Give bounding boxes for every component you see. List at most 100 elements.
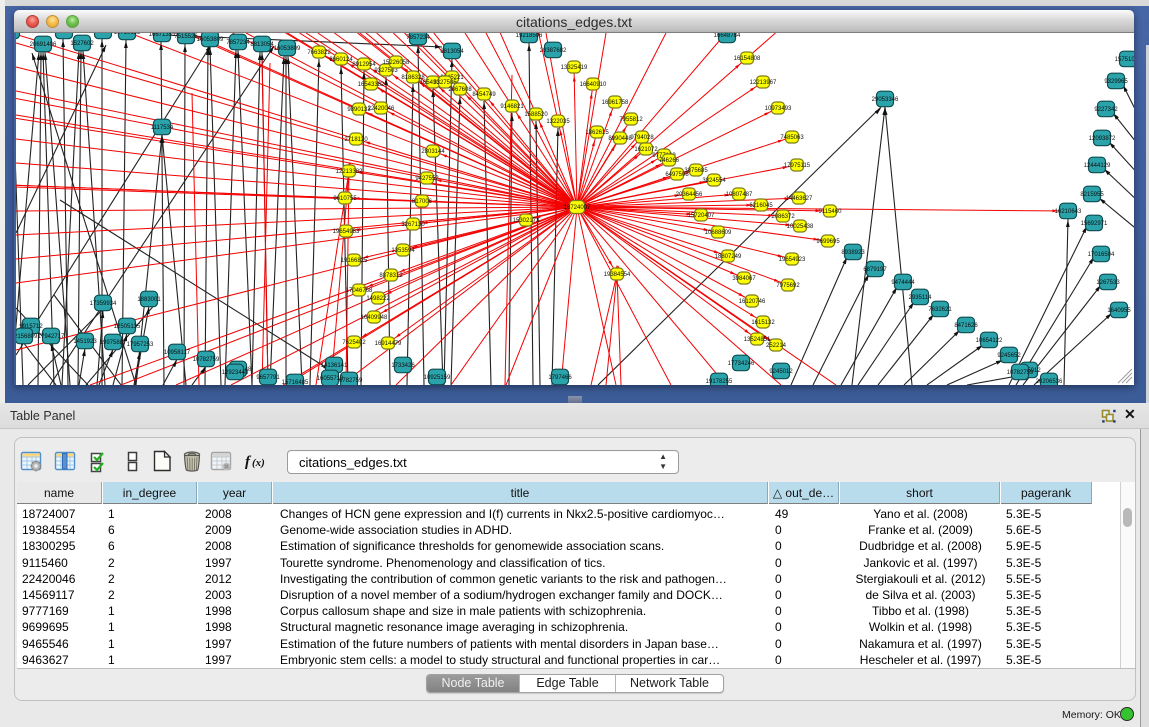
- svg-text:8813054: 8813054: [250, 42, 274, 48]
- svg-text:19166825: 19166825: [341, 258, 368, 264]
- svg-text:16409948: 16409948: [361, 315, 388, 321]
- svg-text:15226058: 15226058: [383, 60, 410, 66]
- svg-text:746266: 746266: [659, 158, 680, 164]
- svg-text:16154808: 16154808: [734, 56, 761, 62]
- svg-text:2718120: 2718120: [344, 137, 368, 143]
- svg-text:7625402: 7625402: [342, 340, 366, 346]
- svg-text:13524851: 13524851: [744, 337, 771, 343]
- svg-text:17016504: 17016504: [1088, 252, 1115, 258]
- svg-text:9227342: 9227342: [1094, 107, 1118, 113]
- svg-text:1588520: 1588520: [524, 112, 548, 118]
- svg-text:16055713: 16055713: [16, 33, 25, 35]
- svg-text:1362615: 1362615: [585, 130, 609, 136]
- svg-text:12505135: 12505135: [114, 324, 141, 330]
- svg-text:16055713: 16055713: [317, 376, 344, 382]
- svg-text:252214: 252214: [766, 343, 787, 349]
- svg-text:7515526: 7515526: [174, 34, 198, 40]
- svg-text:17734246: 17734246: [728, 361, 755, 367]
- svg-text:19975887: 19975887: [100, 340, 127, 346]
- svg-text:17942717: 17942717: [38, 334, 65, 340]
- svg-text:10958117: 10958117: [164, 350, 191, 356]
- svg-text:f: f: [245, 454, 252, 470]
- svg-text:1322035: 1322035: [546, 119, 570, 125]
- svg-text:9329965: 9329965: [1104, 79, 1128, 85]
- svg-text:9427552: 9427552: [415, 176, 439, 182]
- svg-text:3824554: 3824554: [702, 178, 726, 184]
- svg-text:10973493: 10973493: [765, 106, 792, 112]
- svg-text:7955812: 7955812: [619, 117, 643, 123]
- svg-text:12444129: 12444129: [1084, 163, 1111, 169]
- svg-text:18724007: 18724007: [564, 205, 591, 211]
- svg-text:8660124: 8660124: [329, 57, 353, 63]
- svg-text:16640910: 16640910: [580, 82, 607, 88]
- svg-text:9327503: 9327503: [374, 68, 398, 74]
- svg-text:13325419: 13325419: [561, 65, 588, 71]
- svg-text:20206536: 20206536: [1036, 379, 1063, 385]
- svg-text:16053809: 16053809: [197, 37, 224, 43]
- svg-text:817006: 817006: [412, 199, 433, 205]
- svg-text:7632621: 7632621: [928, 307, 952, 313]
- svg-text:22420046: 22420046: [368, 106, 395, 112]
- svg-text:20387682: 20387682: [540, 48, 567, 54]
- svg-text:2803144: 2803144: [421, 149, 445, 155]
- svg-text:7857234: 7857234: [226, 40, 250, 46]
- svg-text:10025438: 10025438: [787, 224, 814, 230]
- svg-text:12213382: 12213382: [336, 169, 363, 175]
- svg-text:10654122: 10654122: [976, 338, 1003, 344]
- svg-text:8813054: 8813054: [440, 49, 464, 55]
- svg-text:6466160: 6466160: [91, 33, 115, 35]
- svg-text:10807487: 10807487: [726, 192, 753, 198]
- svg-text:3875685: 3875685: [684, 168, 708, 174]
- svg-text:10782759: 10782759: [1007, 370, 1034, 376]
- svg-text:1353594: 1353594: [391, 248, 415, 254]
- svg-text:16648784: 16648784: [714, 33, 741, 39]
- svg-text:8878312: 8878312: [379, 273, 403, 279]
- svg-text:1883001: 1883001: [137, 297, 161, 303]
- svg-text:6216045: 6216045: [749, 203, 773, 209]
- svg-text:9657791: 9657791: [256, 375, 280, 381]
- svg-text:12213967: 12213967: [750, 80, 777, 86]
- svg-text:10719155: 10719155: [114, 33, 141, 36]
- svg-text:15720407: 15720407: [688, 213, 715, 219]
- svg-text:1117534: 1117534: [151, 125, 174, 131]
- svg-text:9794028: 9794028: [630, 135, 654, 141]
- svg-text:16543382: 16543382: [358, 82, 385, 88]
- svg-text:10782759: 10782759: [193, 357, 220, 363]
- svg-text:10688609: 10688609: [705, 230, 732, 236]
- svg-text:2867608: 2867608: [448, 87, 472, 93]
- svg-text:12156809: 12156809: [16, 334, 38, 340]
- svg-text:1498222: 1498222: [366, 296, 390, 302]
- svg-text:1451923: 1451923: [73, 339, 97, 345]
- svg-text:19654923: 19654923: [779, 257, 806, 263]
- svg-text:1615132: 1615132: [751, 320, 775, 326]
- svg-text:2935114: 2935114: [909, 295, 933, 301]
- svg-text:12093872: 12093872: [1089, 136, 1116, 142]
- svg-text:29053346: 29053346: [872, 97, 899, 103]
- svg-text:17359934: 17359934: [90, 301, 117, 307]
- svg-text:6879197: 6879197: [863, 267, 887, 273]
- svg-text:1527602: 1527602: [70, 41, 94, 47]
- svg-text:7485063: 7485063: [780, 135, 804, 141]
- svg-text:9245012: 9245012: [769, 369, 793, 375]
- svg-text:16914479: 16914479: [375, 341, 402, 347]
- svg-text:16961758: 16961758: [602, 100, 629, 106]
- svg-text:7975692: 7975692: [776, 283, 800, 289]
- svg-text:19654983: 19654983: [333, 229, 360, 235]
- svg-text:3984067: 3984067: [732, 276, 756, 282]
- svg-text:19218506: 19218506: [516, 33, 543, 39]
- svg-text:7663822: 7663822: [307, 50, 331, 56]
- svg-text:8471626: 8471626: [954, 323, 978, 329]
- svg-text:18807249: 18807249: [715, 254, 742, 260]
- svg-text:3267130: 3267130: [401, 222, 425, 228]
- svg-text:1640955: 1640955: [1107, 308, 1131, 314]
- svg-text:20364456: 20364456: [676, 192, 703, 198]
- svg-text:2086372: 2086372: [771, 214, 795, 220]
- svg-text:20691406: 20691406: [30, 42, 57, 48]
- svg-text:7857234: 7857234: [406, 35, 430, 41]
- svg-text:9474444: 9474444: [891, 280, 915, 286]
- svg-text:1267533: 1267533: [1096, 280, 1120, 286]
- svg-text:9146821: 9146821: [500, 104, 524, 110]
- svg-text:17046768: 17046768: [346, 288, 373, 294]
- svg-text:15692971: 15692971: [1081, 221, 1108, 227]
- svg-text:1733426: 1733426: [391, 363, 415, 369]
